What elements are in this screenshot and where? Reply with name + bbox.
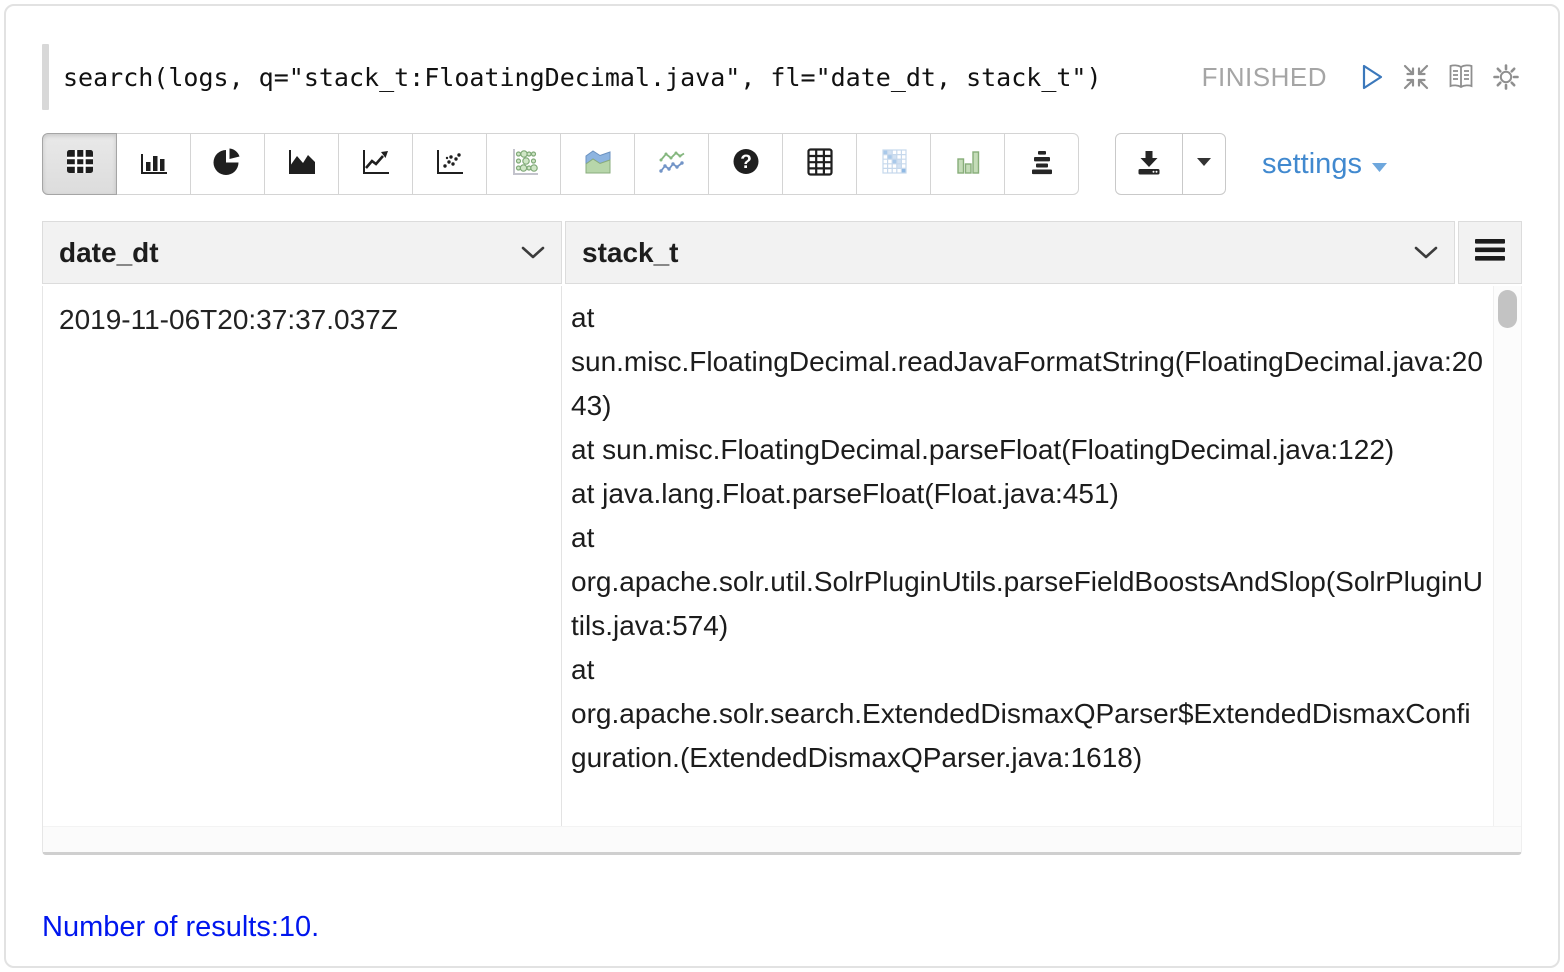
stacked-area-chart-button[interactable] [560, 133, 635, 195]
column-menu-chevron-icon[interactable] [521, 246, 545, 260]
gear-icon[interactable] [1490, 61, 1522, 93]
line-chart-button[interactable] [338, 133, 413, 195]
column-menu-chevron-icon[interactable] [1414, 246, 1438, 260]
stacked-area-chart-icon [580, 146, 616, 183]
area-chart-icon [284, 146, 320, 183]
settings-label: settings [1262, 148, 1362, 181]
column-label: stack_t [582, 237, 679, 269]
cell-date-dt: 2019-11-06T20:37:37.037Z [43, 286, 562, 826]
chart-type-buttons: ? [42, 133, 1079, 195]
table-viewport: 2019-11-06T20:37:37.037Z at sun.misc.Flo… [42, 286, 1522, 855]
settings-toggle[interactable]: settings [1262, 148, 1388, 181]
collapse-icon[interactable] [1400, 61, 1432, 93]
bar-chart-icon [136, 146, 172, 183]
editor-gutter [42, 44, 49, 110]
cell-stack-t: at sun.misc.FloatingDecimal.readJavaForm… [562, 286, 1493, 826]
table-button[interactable] [42, 133, 117, 195]
status-badge: FINISHED [1202, 62, 1327, 93]
area-chart-button[interactable] [264, 133, 339, 195]
paragraph-header: search(logs, q="stack_t:FloatingDecimal.… [42, 44, 1522, 110]
multi-line-chart-icon [654, 146, 690, 183]
table-menu-button[interactable] [1458, 221, 1522, 284]
pivot-table-icon [802, 146, 838, 183]
bar-chart-button[interactable] [116, 133, 191, 195]
heatmap-button[interactable] [856, 133, 931, 195]
settings-caret-icon [1372, 148, 1388, 181]
table-body: 2019-11-06T20:37:37.037Z at sun.misc.Flo… [43, 286, 1521, 826]
svg-text:?: ? [740, 152, 752, 173]
column-label: date_dt [59, 237, 159, 269]
word-cloud-icon [1024, 146, 1060, 183]
horizontal-scrollbar[interactable] [43, 826, 1521, 852]
notebook-paragraph: search(logs, q="stack_t:FloatingDecimal.… [4, 4, 1560, 968]
pie-chart-button[interactable] [190, 133, 265, 195]
scatter-chart-button[interactable] [412, 133, 487, 195]
vertical-scrollbar[interactable] [1493, 286, 1521, 826]
visualization-toolbar: ? settings [42, 133, 1522, 195]
bubble-matrix-chart-icon [506, 146, 542, 183]
show-editor-icon[interactable] [1445, 61, 1477, 93]
word-cloud-button[interactable] [1004, 133, 1079, 195]
column-header-stack-t[interactable]: stack_t [565, 221, 1455, 284]
pie-chart-icon [210, 146, 246, 183]
download-options-button[interactable] [1182, 133, 1226, 195]
column-chart-button[interactable] [930, 133, 1005, 195]
table-icon [62, 146, 98, 183]
bubble-matrix-chart-button[interactable] [486, 133, 561, 195]
scrollbar-thumb[interactable] [1498, 290, 1517, 328]
paragraph-controls [1355, 61, 1522, 93]
heatmap-icon [876, 146, 912, 183]
scatter-chart-icon [432, 146, 468, 183]
result-table: date_dt stack_t 2019-11-06T20:37:37.037Z… [42, 221, 1522, 855]
download-split-button [1115, 133, 1226, 195]
column-header-date-dt[interactable]: date_dt [42, 221, 562, 284]
line-chart-icon [358, 146, 394, 183]
download-icon [1134, 147, 1164, 182]
column-chart-icon [950, 146, 986, 183]
pivot-table-button[interactable] [782, 133, 857, 195]
help-button[interactable]: ? [708, 133, 783, 195]
multi-line-chart-button[interactable] [634, 133, 709, 195]
code-editor[interactable]: search(logs, q="stack_t:FloatingDecimal.… [63, 63, 1102, 92]
run-icon[interactable] [1355, 61, 1387, 93]
help-icon: ? [728, 146, 764, 183]
table-header: date_dt stack_t [42, 221, 1522, 284]
results-count-text: Number of results:10. [42, 911, 1522, 944]
caret-down-icon [1195, 155, 1213, 173]
download-button[interactable] [1115, 133, 1183, 195]
hamburger-menu-icon [1473, 237, 1507, 268]
